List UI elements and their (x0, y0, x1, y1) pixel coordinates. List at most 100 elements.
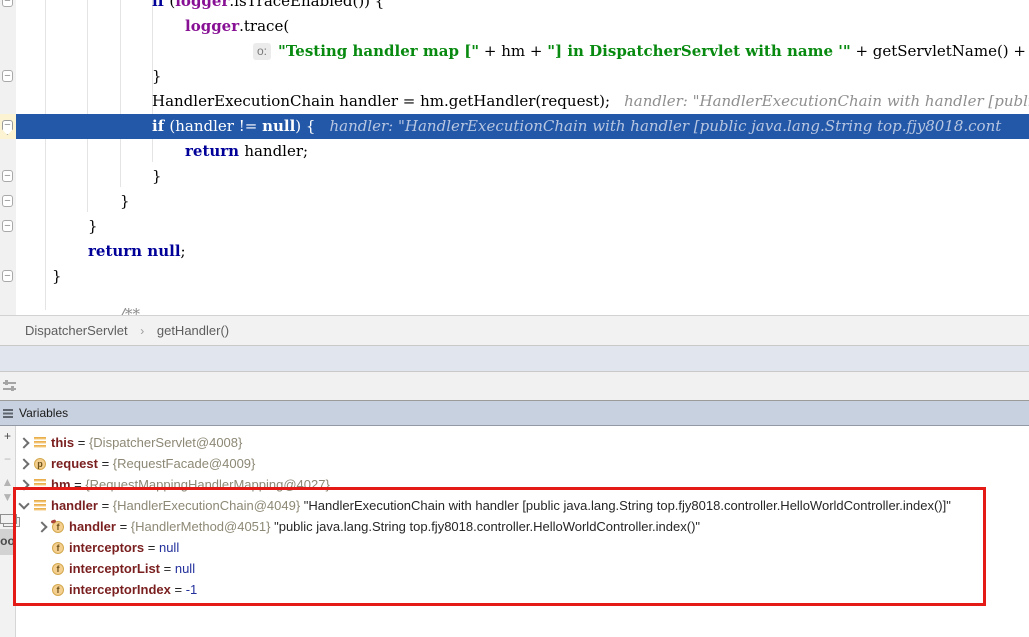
duplicate-frames-icon[interactable] (0, 514, 17, 524)
variable-row[interactable]: prequest = {RequestFacade@4009} (16, 453, 1029, 474)
panel-splitter[interactable] (0, 346, 1029, 372)
code-token: return (185, 142, 244, 160)
code-token: } (152, 67, 162, 85)
code-text: } (88, 214, 98, 239)
variables-panel-title: Variables (19, 406, 68, 420)
code-token: } (120, 192, 130, 210)
variable-string-value: "HandlerExecutionChain with handler [pub… (300, 498, 951, 513)
code-text: } (52, 264, 62, 289)
field-icon: f (52, 521, 64, 533)
variable-name: this (51, 435, 74, 450)
add-watch-icon[interactable]: + (0, 429, 15, 443)
code-line[interactable]: return handler; (0, 139, 1029, 164)
variable-value: -1 (186, 582, 198, 597)
variables-tree[interactable]: this = {DispatcherServlet@4008}prequest … (16, 426, 1029, 637)
fold-marker-icon[interactable]: − (2, 170, 13, 182)
move-down-icon[interactable]: ▼ (0, 490, 15, 504)
variable-row[interactable]: this = {DispatcherServlet@4008} (16, 432, 1029, 453)
fold-marker-icon[interactable]: − (2, 70, 13, 82)
layout-settings-icon[interactable] (3, 380, 16, 393)
fold-marker-icon[interactable]: − (2, 195, 13, 207)
equals-sign: = (160, 561, 175, 576)
variable-row[interactable]: hm = {RequestMappingHandlerMapping@4027} (16, 474, 1029, 495)
inline-debugger-hint: handler: "HandlerExecutionChain with han… (624, 92, 1029, 110)
variables-panel-header: Variables (0, 401, 1029, 426)
equals-sign: = (116, 519, 131, 534)
variable-row[interactable]: finterceptors = null (16, 537, 1029, 558)
code-line[interactable]: HandlerExecutionChain handler = hm.getHa… (0, 89, 1029, 114)
variable-row[interactable]: f interceptorIndex = -1 (16, 579, 1029, 600)
variable-value: null (159, 540, 179, 555)
variables-panel: + − ▲ ▼ oo this = {DispatcherServlet@400… (0, 426, 1029, 637)
variable-icon (34, 437, 46, 448)
chevron-right-icon[interactable] (18, 458, 29, 469)
code-line[interactable]: −} (0, 164, 1029, 189)
variable-row[interactable]: handler = {HandlerExecutionChain@4049} "… (16, 495, 1029, 516)
variable-reference: {DispatcherServlet@4008} (89, 435, 242, 450)
code-token: (handler != (169, 117, 262, 135)
fold-marker-icon[interactable]: − (2, 220, 13, 232)
code-line[interactable]: −} (0, 214, 1029, 239)
code-token: "] in DispatcherServlet with name '" (547, 42, 850, 60)
code-line[interactable]: −} (0, 64, 1029, 89)
equals-sign: = (71, 477, 86, 492)
code-text: logger.trace( (185, 14, 289, 39)
code-line[interactable]: −} (0, 264, 1029, 289)
breadcrumb-item-class[interactable]: DispatcherServlet (25, 316, 128, 345)
code-token: + getServletName() + (851, 42, 1029, 60)
code-token: ; (181, 242, 186, 260)
remove-watch-icon[interactable]: − (0, 452, 15, 466)
code-token: logger (185, 17, 239, 35)
code-text: return handler; (185, 139, 308, 164)
equals-sign: = (98, 456, 113, 471)
clipped-next-line: /** (120, 305, 140, 315)
code-token: } (88, 217, 98, 235)
code-text: HandlerExecutionChain handler = hm.getHa… (152, 89, 1029, 114)
code-token: } (152, 167, 162, 185)
variable-row[interactable]: finterceptorList = null (16, 558, 1029, 579)
code-editor[interactable]: −if (logger.isTraceEnabled()) {logger.tr… (0, 0, 1029, 315)
fold-marker-icon[interactable]: − (2, 120, 13, 135)
watches-rail: + − ▲ ▼ oo (0, 426, 16, 637)
move-up-icon[interactable]: ▲ (0, 475, 15, 489)
field-icon: f (52, 584, 64, 596)
fold-marker-icon[interactable]: − (2, 0, 13, 7)
code-line[interactable]: return null; (0, 239, 1029, 264)
chevron-right-icon[interactable] (36, 521, 47, 532)
breadcrumb-item-method[interactable]: getHandler() (157, 316, 229, 345)
chevron-right-icon[interactable] (18, 479, 29, 490)
variable-name: interceptorIndex (69, 582, 171, 597)
code-line[interactable]: logger.trace( (0, 14, 1029, 39)
variable-row[interactable]: fhandler = {HandlerMethod@4051} "public … (16, 516, 1029, 537)
watches-glasses-icon[interactable]: oo (0, 534, 15, 548)
fold-marker-icon[interactable]: − (2, 270, 13, 282)
code-token: logger (175, 0, 229, 10)
field-icon: f (52, 563, 64, 575)
code-line[interactable]: −} (0, 189, 1029, 214)
parameter-hint-chip: o: (253, 43, 271, 60)
code-text: } (120, 189, 130, 214)
equals-sign: = (171, 582, 186, 597)
code-token: .isTraceEnabled()) { (229, 0, 384, 10)
chevron-right-icon[interactable] (18, 437, 29, 448)
code-line[interactable]: −if (logger.isTraceEnabled()) { (0, 0, 1029, 14)
equals-sign: = (74, 435, 89, 450)
code-text: } (152, 164, 162, 189)
parameter-icon: p (34, 458, 46, 470)
variable-name: handler (69, 519, 116, 534)
code-token: } (52, 267, 62, 285)
field-icon: f (52, 542, 64, 554)
code-token: "Testing handler map [" (278, 42, 479, 60)
code-token: + hm + (479, 42, 547, 60)
variable-reference: {RequestMappingHandlerMapping@4027} (85, 477, 329, 492)
chevron-down-icon[interactable] (18, 498, 29, 509)
variable-reference: {RequestFacade@4009} (113, 456, 256, 471)
code-line[interactable]: o: "Testing handler map [" + hm + "] in D… (0, 39, 1029, 64)
execution-line[interactable]: − if (handler != null) {handler: "Handler… (0, 114, 1029, 139)
variable-name: interceptorList (69, 561, 160, 576)
inline-debugger-hint: handler: "HandlerExecutionChain with han… (329, 117, 1001, 135)
variable-reference: {HandlerMethod@4051} (131, 519, 271, 534)
code-text: o: "Testing handler map [" + hm + "] in D… (253, 39, 1029, 64)
code-text: if (handler != null) {handler: "HandlerE… (152, 114, 1001, 139)
code-token: return null (88, 242, 181, 260)
